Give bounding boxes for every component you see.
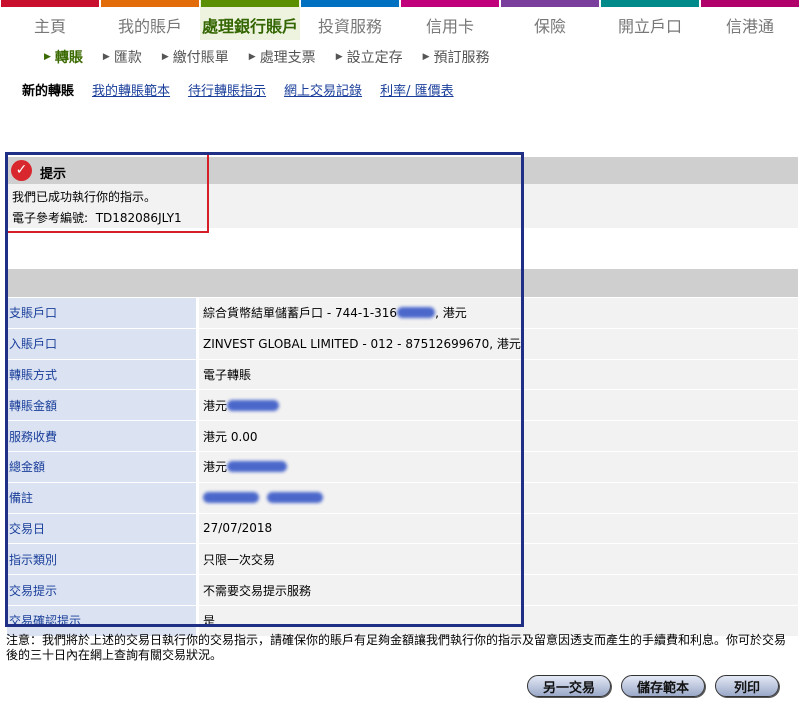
top-nav-label: 開立戶口 bbox=[617, 17, 682, 36]
link-rates[interactable]: 利率/ 匯價表 bbox=[380, 80, 454, 99]
save-template-button[interactable]: 儲存範本 bbox=[621, 675, 705, 697]
sub-nav-transfer[interactable]: ▶ 轉賬 bbox=[44, 47, 83, 67]
sub-nav-label: 處理支票 bbox=[259, 50, 316, 66]
top-nav-label: 保險 bbox=[533, 17, 566, 36]
sub-nav-label: 匯款 bbox=[113, 50, 142, 66]
sub-nav-label: 繳付賬單 bbox=[172, 50, 229, 66]
arrow-right-icon: ▶ bbox=[161, 52, 169, 62]
top-nav-investment[interactable]: 投資服務 bbox=[300, 0, 400, 40]
transfer-links: 新的轉賬 我的轉賬範本 待行轉賬指示 網上交易記錄 利率/ 匯價表 bbox=[22, 80, 472, 99]
top-nav-label: 處理銀行賬戶 bbox=[201, 17, 298, 36]
action-buttons: 另一交易 儲存範本 列印 bbox=[527, 675, 789, 697]
top-nav-credit-card[interactable]: 信用卡 bbox=[400, 0, 500, 40]
top-nav-open-account[interactable]: 開立戶口 bbox=[600, 0, 700, 40]
top-nav-label: 投資服務 bbox=[317, 17, 382, 36]
sub-nav-label: 設立定存 bbox=[346, 50, 403, 66]
arrow-right-icon: ▶ bbox=[248, 52, 256, 62]
arrow-right-icon: ▶ bbox=[422, 52, 430, 62]
sub-nav: ▶ 轉賬 ▶ 匯款 ▶ 繳付賬單 ▶ 處理支票 ▶ 設立定存 ▶ 預訂服務 bbox=[44, 47, 510, 67]
link-new-transfer: 新的轉賬 bbox=[22, 84, 75, 99]
arrow-right-icon: ▶ bbox=[102, 52, 110, 62]
highlight-box-blue bbox=[5, 152, 524, 627]
top-nav-label: 我的賬戶 bbox=[117, 17, 182, 36]
another-transaction-button[interactable]: 另一交易 bbox=[527, 675, 611, 697]
top-nav-label: 信用卡 bbox=[425, 17, 474, 36]
arrow-right-icon: ▶ bbox=[44, 52, 51, 62]
link-online-records[interactable]: 網上交易記錄 bbox=[284, 80, 362, 99]
sub-nav-time-deposit[interactable]: ▶ 設立定存 bbox=[336, 47, 403, 67]
sub-nav-cheques[interactable]: ▶ 處理支票 bbox=[249, 47, 316, 67]
sub-nav-label: 預訂服務 bbox=[433, 50, 490, 66]
top-nav-stock-connect[interactable]: 信港通 bbox=[700, 0, 800, 40]
link-my-templates[interactable]: 我的轉賬範本 bbox=[92, 80, 170, 99]
sub-nav-booking[interactable]: ▶ 預訂服務 bbox=[423, 47, 490, 67]
top-nav: 主頁 我的賬戶 處理銀行賬戶 投資服務 信用卡 保險 開立戶口 信港通 bbox=[0, 0, 800, 40]
top-nav-label: 主頁 bbox=[33, 17, 66, 36]
print-button[interactable]: 列印 bbox=[715, 675, 779, 697]
top-nav-my-accounts[interactable]: 我的賬戶 bbox=[100, 0, 200, 40]
top-nav-insurance[interactable]: 保險 bbox=[500, 0, 600, 40]
link-pending-instructions[interactable]: 待行轉賬指示 bbox=[188, 80, 266, 99]
sub-nav-bill-payment[interactable]: ▶ 繳付賬單 bbox=[162, 47, 229, 67]
sub-nav-remittance[interactable]: ▶ 匯款 bbox=[103, 47, 142, 67]
arrow-right-icon: ▶ bbox=[335, 52, 343, 62]
footer-note: 注意：我們將於上述的交易日執行你的交易指示，請確保你的賬戶有足夠金額讓我們執行你… bbox=[6, 633, 787, 662]
top-nav-home[interactable]: 主頁 bbox=[0, 0, 100, 40]
top-nav-banking[interactable]: 處理銀行賬戶 bbox=[200, 0, 300, 40]
sub-nav-label: 轉賬 bbox=[54, 50, 83, 66]
top-nav-label: 信港通 bbox=[725, 17, 774, 36]
